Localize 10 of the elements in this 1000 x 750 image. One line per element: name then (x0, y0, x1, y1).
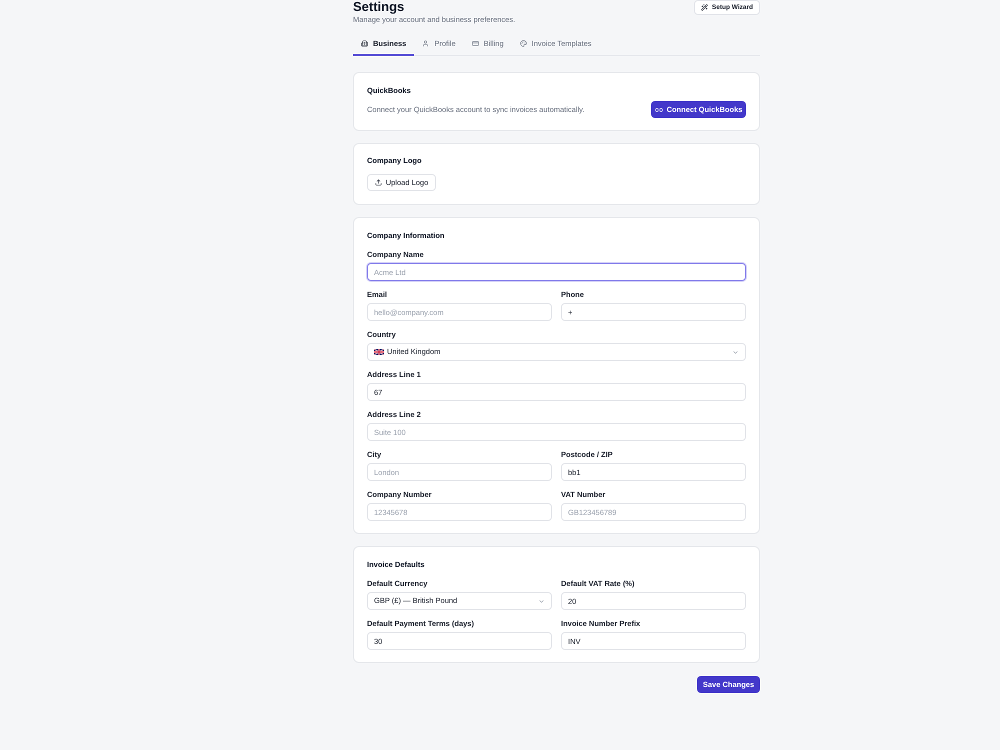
upload-icon (374, 179, 382, 186)
page-title: Settings (353, 0, 406, 15)
magic-wand-icon (700, 4, 708, 11)
link-icon (654, 106, 663, 114)
credit-card-icon (472, 40, 479, 47)
palette-icon (520, 40, 527, 47)
chevron-down-icon (538, 598, 545, 604)
building-icon (361, 40, 368, 47)
user-icon (422, 40, 430, 47)
chevron-down-icon (732, 348, 739, 356)
